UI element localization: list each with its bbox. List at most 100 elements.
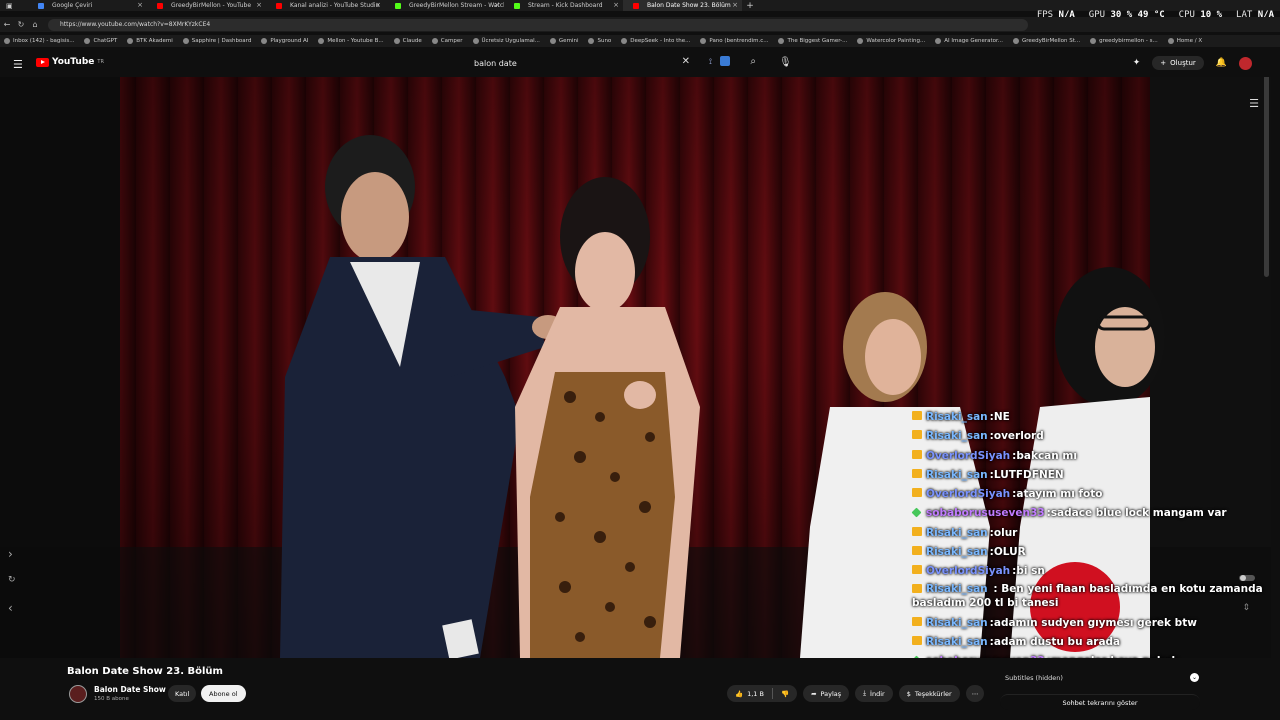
subscribe-button[interactable]: Abone ol	[201, 685, 246, 702]
bookmark-item[interactable]: The Biggest Gamer-...	[778, 38, 847, 44]
bookmark-item[interactable]: Inbox (142) - bagisis...	[4, 38, 74, 44]
chat-message: OverlordSiyah : atayım mı foto	[912, 485, 1271, 504]
browser-tab[interactable]: GreedyBirMellon Stream - Watch ×	[385, 0, 504, 11]
join-button[interactable]: Katıl	[168, 685, 197, 702]
url-field[interactable]: https://www.youtube.com/watch?v=8XMrKYzk…	[48, 18, 1028, 31]
search-box[interactable]: balon date ✕ ⟟ ⌕	[462, 55, 762, 71]
browser-tab[interactable]: GreedyBirMellon - YouTube ×	[147, 0, 266, 11]
bookmark-item[interactable]: Gemini	[549, 38, 578, 44]
thanks-label: Teşekkürler	[914, 689, 952, 698]
bookmark-item[interactable]: Suno	[588, 38, 611, 44]
chat-text: sadace blue lock mangam var	[1050, 507, 1227, 520]
like-count[interactable]: 1,1 B	[747, 690, 764, 698]
bookmark-item[interactable]: GreedyBirMellon St...	[1013, 38, 1080, 44]
refresh-icon[interactable]: ↻	[8, 575, 16, 585]
bookmark-item[interactable]: greedybirmellon - s...	[1090, 38, 1158, 44]
hamburger-menu-icon[interactable]: ☰	[13, 58, 23, 71]
bookmark-favicon-icon	[431, 38, 438, 44]
bookmark-item[interactable]: Camper	[431, 38, 463, 44]
home-icon[interactable]: ⌂	[28, 20, 42, 29]
chapters-menu-icon[interactable]: ☰	[1249, 97, 1259, 110]
translate-icon[interactable]: ⟟	[709, 57, 712, 67]
browser-tab[interactable]: Google Çeviri ×	[28, 0, 147, 11]
clear-search-icon[interactable]: ✕	[682, 56, 690, 67]
youtube-logo[interactable]: YouTube TR	[36, 57, 104, 67]
close-tab-icon[interactable]: ×	[256, 1, 262, 9]
reload-icon[interactable]: ↻	[14, 20, 28, 29]
chat-message: Risaki_san : LUTFDFNEN	[912, 466, 1271, 485]
chat-username: OverlordSiyah	[926, 488, 1011, 501]
chat-message: Risaki_san : olur	[912, 524, 1271, 543]
thanks-button[interactable]: $ Teşekkürler	[898, 685, 960, 702]
chat-username: Risaki_san	[926, 582, 988, 595]
show-chat-replay-button[interactable]: Sohbet tekrarını göster	[1000, 694, 1200, 710]
chat-username: Risaki_san	[926, 635, 988, 648]
browser-tab[interactable]: Kanal analizi - YouTube Studio ×	[266, 0, 385, 11]
next-chevron-icon[interactable]: ›	[8, 547, 13, 561]
bookmark-label: Inbox (142) - bagisis...	[13, 38, 75, 44]
share-label: Paylaş	[820, 689, 842, 698]
back-icon[interactable]: ←	[0, 20, 14, 29]
tab-label: Google Çeviri	[52, 2, 93, 9]
close-tab-icon[interactable]: ×	[137, 1, 143, 9]
bookmark-item[interactable]: Ücretsiz Uygulamal...	[472, 38, 540, 44]
download-button[interactable]: ⤓ İndir	[855, 685, 893, 702]
bookmark-item[interactable]: Home / X	[1167, 38, 1202, 44]
notifications-bell-icon[interactable]: 🔔	[1216, 58, 1227, 68]
bookmark-item[interactable]: BTK Akademi	[127, 38, 173, 44]
previous-chevron-icon[interactable]: ‹	[8, 601, 13, 615]
bookmark-item[interactable]: Claude	[393, 38, 422, 44]
bookmark-item[interactable]: Mellon - Youtube B...	[318, 38, 384, 44]
chat-username: OverlordSiyah	[926, 449, 1011, 462]
bookmark-item[interactable]: AI Image Generator...	[935, 38, 1003, 44]
close-tab-icon[interactable]: ×	[375, 1, 381, 9]
chat-text: NE	[993, 411, 1010, 423]
bookmark-favicon-icon	[700, 38, 707, 44]
tab-favicon-icon	[157, 3, 163, 9]
bookmark-item[interactable]: Playground AI	[261, 38, 308, 44]
bookmark-item[interactable]: ChatGPT	[84, 38, 117, 44]
chevron-down-icon[interactable]: ⌄	[1190, 673, 1199, 682]
share-button[interactable]: ➦ Paylaş	[803, 685, 850, 702]
channel-avatar[interactable]	[69, 685, 87, 703]
tab-label: Balon Date Show 23. Bölüm	[647, 2, 731, 9]
create-button[interactable]: + Oluştur	[1152, 56, 1204, 70]
chat-message: sobaborususeven33 : sadace blue lock man…	[911, 504, 1271, 523]
bookmark-favicon-icon	[182, 38, 189, 44]
youtube-header: ☰ YouTube TR balon date ✕ ⟟ ⌕ 🎙 ✦ + Oluşt…	[0, 50, 1280, 77]
search-input[interactable]: balon date	[474, 59, 517, 68]
video-player[interactable]: ☰ › ↻ ‹ ⇕ Risaki_san : NE Risaki_san : ov…	[0, 77, 1271, 658]
chat-message: Risaki_san : NE	[912, 408, 1271, 427]
search-icon[interactable]: ⌕	[750, 56, 756, 67]
extension-icon[interactable]: ✦	[1133, 58, 1141, 68]
keyboard-icon[interactable]	[720, 56, 730, 66]
bookmark-favicon-icon	[935, 38, 942, 44]
bookmark-item[interactable]: DeepSeek - Into the...	[621, 38, 690, 44]
channel-name[interactable]: Balon Date Show	[94, 685, 166, 694]
close-tab-icon[interactable]: ×	[732, 1, 738, 9]
page-scrollbar[interactable]	[1264, 77, 1269, 277]
crown-badge-icon	[912, 565, 922, 575]
chat-text: adam dustu bu arada	[993, 635, 1121, 648]
chat-text: olur	[993, 526, 1018, 539]
youtube-logo-text: YouTube	[52, 57, 95, 67]
chat-username: Risaki_san	[926, 546, 988, 559]
bookmark-item[interactable]: Pano (bentrendim.c...	[700, 38, 768, 44]
bookmark-item[interactable]: Watercolor Painting...	[857, 38, 925, 44]
bookmark-label: Playground AI	[270, 38, 309, 44]
close-tab-icon[interactable]: ×	[494, 1, 500, 9]
window-menu-icon[interactable]: ▣	[0, 0, 28, 11]
browser-tab[interactable]: Stream - Kick Dashboard ×	[504, 0, 623, 11]
microphone-icon[interactable]: 🎙	[779, 57, 792, 68]
like-icon[interactable]: 👍	[735, 690, 743, 698]
tab-label: GreedyBirMellon Stream - Watch	[409, 2, 504, 9]
new-tab-button[interactable]: +	[742, 1, 758, 11]
bookmark-favicon-icon	[588, 38, 595, 44]
browser-tab[interactable]: Balon Date Show 23. Bölüm ×	[623, 0, 742, 11]
dislike-icon[interactable]: 👎	[781, 690, 789, 698]
account-avatar[interactable]	[1239, 56, 1252, 70]
bookmark-item[interactable]: Sapphire | Dashboard	[182, 38, 251, 44]
close-tab-icon[interactable]: ×	[613, 1, 619, 9]
chat-text: atayım mı foto	[1016, 488, 1103, 501]
more-actions-button[interactable]: ⋯	[965, 685, 985, 702]
